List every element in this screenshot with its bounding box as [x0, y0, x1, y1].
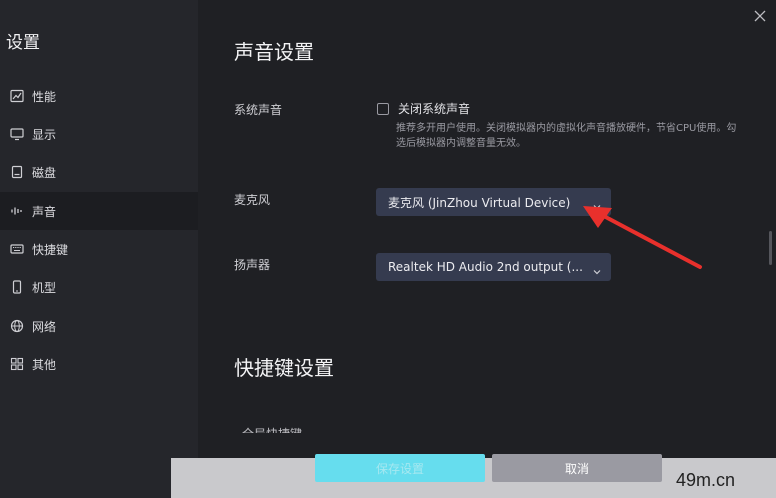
- sound-section-title: 声音设置: [234, 40, 314, 64]
- sidebar-item-sound[interactable]: 声音: [0, 192, 198, 230]
- sidebar-item-other[interactable]: 其他: [0, 345, 198, 383]
- keyboard-icon: [10, 242, 24, 256]
- shortcuts-section-title: 快捷键设置: [234, 356, 334, 380]
- sidebar-item-disk[interactable]: 磁盘: [0, 153, 198, 191]
- speaker-select[interactable]: Realtek HD Audio 2nd output (...: [376, 253, 611, 281]
- sidebar-item-label: 网络: [32, 319, 57, 334]
- mute-system-sound-checkbox[interactable]: [377, 102, 389, 115]
- speaker-select-value: Realtek HD Audio 2nd output (...: [388, 260, 583, 274]
- mute-hint-text: 推荐多开用户使用。关闭模拟器内的虚拟化声音播放硬件，节省CPU使用。勾选后模拟器…: [396, 123, 737, 149]
- cancel-button[interactable]: 取消: [492, 454, 662, 482]
- sidebar-item-device-model[interactable]: 机型: [0, 268, 198, 306]
- sidebar-item-display[interactable]: 显示: [0, 115, 198, 153]
- chevron-down-icon: [592, 262, 602, 275]
- sidebar-item-label: 显示: [32, 127, 57, 142]
- system-sound-label: 系统声音: [234, 103, 283, 117]
- sound-wave-icon: [10, 204, 24, 218]
- monitor-icon: [10, 127, 24, 141]
- sidebar-item-label: 其他: [32, 357, 57, 372]
- grid-icon: [10, 357, 24, 371]
- sidebar-item-label: 快捷键: [32, 242, 69, 257]
- mute-system-sound-row[interactable]: 关闭系统声音: [377, 100, 470, 117]
- chevron-down-icon: [592, 197, 602, 210]
- microphone-select[interactable]: 麦克风 (JinZhou Virtual Device): [376, 188, 611, 216]
- sidebar-item-label: 机型: [32, 280, 57, 295]
- sidebar-item-label: 磁盘: [32, 165, 57, 180]
- sidebar-item-performance[interactable]: 性能: [0, 77, 198, 115]
- save-settings-button[interactable]: 保存设置: [315, 454, 485, 482]
- phone-icon: [10, 280, 24, 294]
- disk-icon: [10, 165, 24, 179]
- microphone-label: 麦克风: [234, 193, 271, 207]
- sidebar-title: 设置: [6, 33, 40, 53]
- global-shortcut-label: 全局快捷键: [242, 425, 302, 433]
- speaker-label: 扬声器: [234, 258, 271, 272]
- sidebar: 设置 性能 显示 磁盘 声音 快捷键 机型 网络 其他: [0, 0, 198, 498]
- chart-icon: [10, 89, 24, 103]
- sidebar-item-shortcuts[interactable]: 快捷键: [0, 230, 198, 268]
- globe-icon: [10, 319, 24, 333]
- microphone-select-value: 麦克风 (JinZhou Virtual Device): [388, 195, 571, 210]
- watermark: 49m.cn: [676, 470, 736, 490]
- mute-system-sound-label: 关闭系统声音: [398, 102, 471, 116]
- sidebar-item-label: 声音: [32, 204, 57, 219]
- close-icon[interactable]: [752, 8, 768, 24]
- sidebar-item-label: 性能: [32, 89, 57, 104]
- scrollbar-thumb[interactable]: [769, 231, 772, 265]
- sidebar-item-network[interactable]: 网络: [0, 307, 198, 345]
- settings-content: 声音设置 系统声音 关闭系统声音 推荐多开用户使用。关闭模拟器内的虚拟化声音播放…: [198, 0, 776, 498]
